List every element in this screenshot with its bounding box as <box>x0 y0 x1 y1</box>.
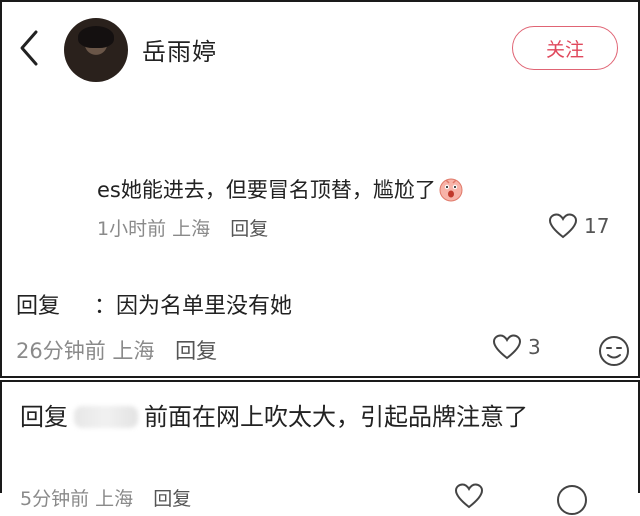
reply-comment-text: 回复 前面在网上吹太大，引起品牌注意了 <box>20 396 590 438</box>
shocked-face-emoji-icon <box>439 178 463 202</box>
comment-text: es她能进去，但要冒名顶替，尴尬了 <box>97 174 464 204</box>
like-count: 17 <box>584 214 610 238</box>
username[interactable]: 岳雨婷 <box>142 32 217 67</box>
smiley-face-icon[interactable] <box>556 484 588 516</box>
like-button[interactable]: 17 <box>548 212 609 240</box>
heart-outline-icon <box>454 483 484 509</box>
comment-time: 1小时前 <box>97 218 167 240</box>
avatar[interactable] <box>64 18 128 82</box>
reply-button[interactable]: 回复 <box>175 339 217 363</box>
comment-body: es她能进去，但要冒名顶替，尴尬了 <box>97 178 436 202</box>
comment-location: 上海 <box>95 488 134 510</box>
comment-meta: 26分钟前 上海 回复 <box>16 335 217 365</box>
comment-location: 上海 <box>112 339 155 363</box>
like-count: 3 <box>528 335 541 359</box>
reply-button[interactable]: 回复 <box>230 218 268 240</box>
reply-comment-text: 回复 ：因为名单里没有她 <box>16 288 292 320</box>
heart-outline-icon <box>548 213 578 239</box>
like-button[interactable]: 3 <box>492 333 541 361</box>
comment-body: ：因为名单里没有她 <box>94 294 293 319</box>
like-button[interactable] <box>454 482 484 510</box>
reply-prefix: 回复 <box>20 403 68 431</box>
comment-meta: 5分钟前 上海 回复 <box>20 484 191 511</box>
follow-button[interactable]: 关注 <box>512 26 618 70</box>
comment-location: 上海 <box>172 218 211 240</box>
heart-outline-icon <box>492 334 522 360</box>
comment-time: 26分钟前 <box>16 339 106 363</box>
reply-prefix: 回复 <box>16 294 61 319</box>
comment-panel-top: 岳雨婷 关注 es她能进去，但要冒名顶替，尴尬了 1小时前 上海 回复 17 回… <box>0 0 640 378</box>
comment-meta: 1小时前 上海 回复 <box>97 214 268 241</box>
reply-button[interactable]: 回复 <box>153 488 191 510</box>
comment-body: 前面在网上吹太大，引起品牌注意了 <box>144 403 528 431</box>
chevron-left-icon <box>20 30 38 66</box>
comment-time: 5分钟前 <box>20 488 90 510</box>
smiley-face-icon[interactable] <box>598 335 630 367</box>
back-button[interactable] <box>16 28 44 68</box>
blurred-username <box>74 406 138 428</box>
